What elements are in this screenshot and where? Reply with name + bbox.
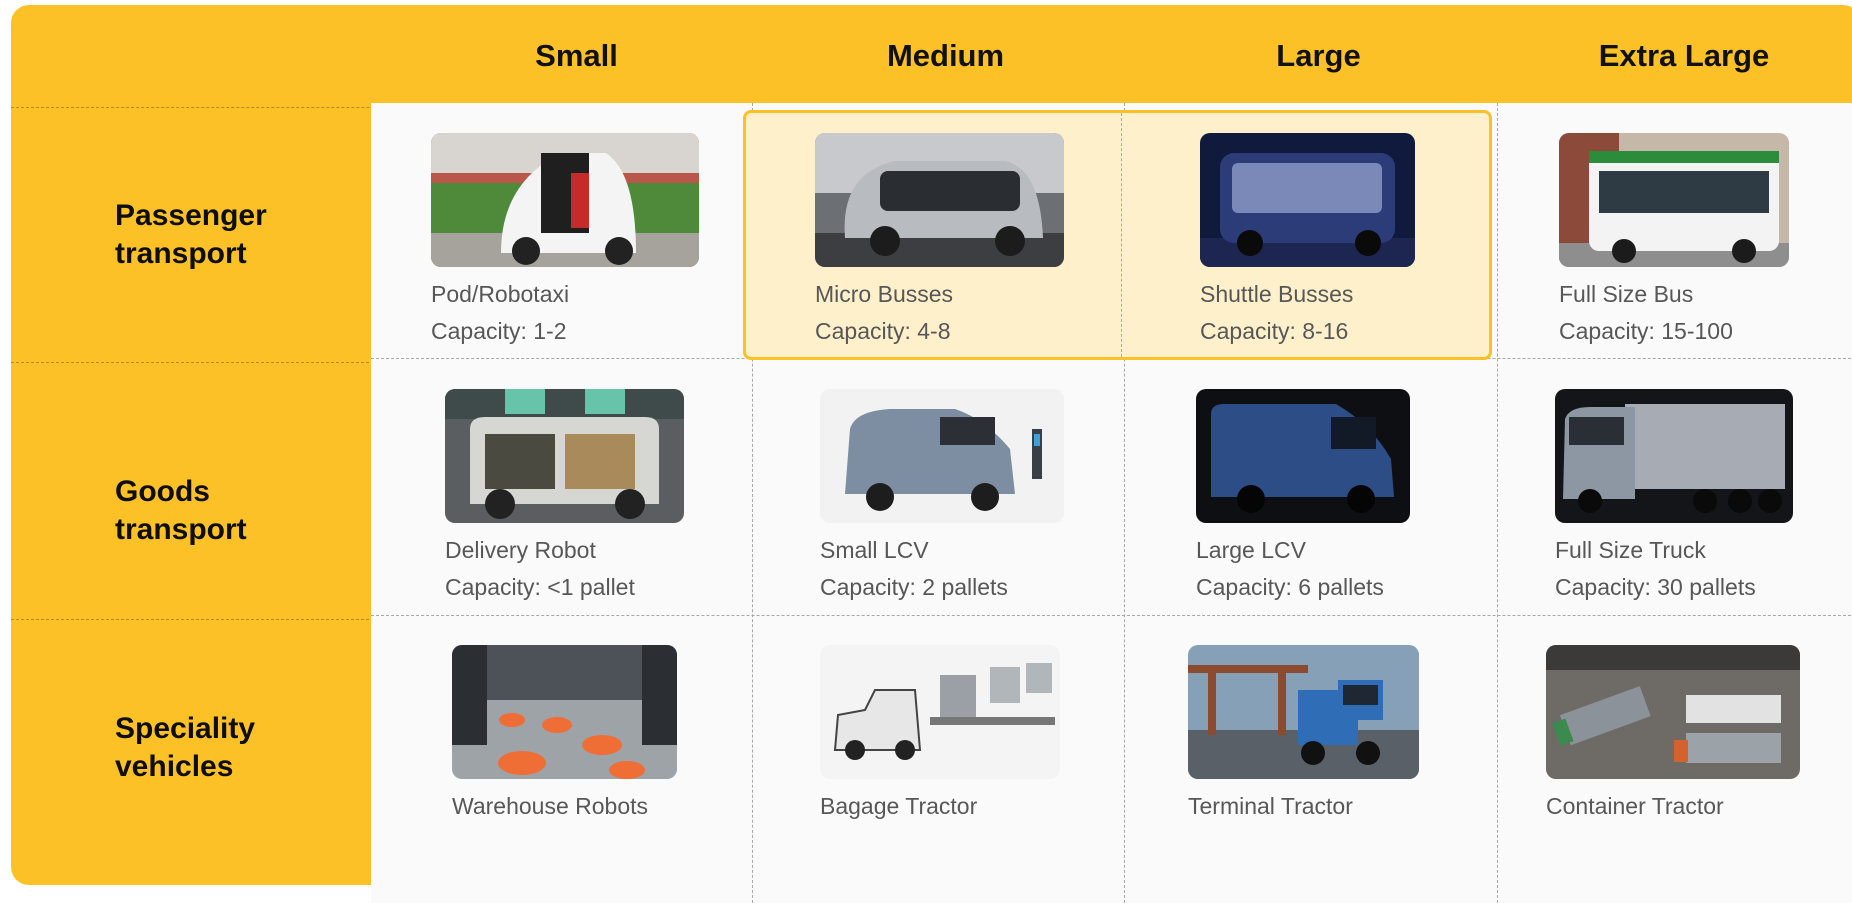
vehicle-name: Pod/Robotaxi bbox=[431, 281, 570, 307]
column-header-small: Small bbox=[535, 38, 618, 73]
vehicle-capacity: Capacity: 1-2 bbox=[431, 318, 567, 344]
warehouse-robots-image bbox=[452, 645, 677, 779]
small-lcv-image bbox=[820, 389, 1064, 523]
row-label-passenger-transport: Passenger transport bbox=[115, 197, 267, 273]
vehicle-capacity: Capacity: 4-8 bbox=[815, 318, 951, 344]
container-tractor-image bbox=[1546, 645, 1800, 779]
vehicle-name: Full Size Truck bbox=[1555, 537, 1706, 563]
column-header-large: Large bbox=[1276, 38, 1361, 73]
row-label-goods-transport: Goods transport bbox=[115, 473, 247, 549]
shuttle-busses-image bbox=[1200, 133, 1415, 267]
vehicle-capacity: Capacity: <1 pallet bbox=[445, 574, 635, 600]
full-size-truck-image bbox=[1555, 389, 1793, 523]
row-label-speciality-vehicles: Speciality vehicles bbox=[115, 710, 255, 786]
vehicle-capacity: Capacity: 8-16 bbox=[1200, 318, 1349, 344]
delivery-robot-image bbox=[445, 389, 684, 523]
vehicle-name: Micro Busses bbox=[815, 281, 954, 307]
terminal-tractor-image bbox=[1188, 645, 1419, 779]
vehicle-name: Shuttle Busses bbox=[1200, 281, 1354, 307]
vehicle-capacity: Capacity: 15-100 bbox=[1559, 318, 1733, 344]
vehicle-capacity: Capacity: 2 pallets bbox=[820, 574, 1008, 600]
vehicle-name: Small LCV bbox=[820, 537, 929, 563]
vehicle-name: Warehouse Robots bbox=[452, 793, 649, 819]
column-header-extra-large: Extra Large bbox=[1598, 38, 1770, 73]
row-label-line: vehicles bbox=[115, 750, 234, 783]
row-divider bbox=[11, 362, 384, 363]
row-label-line: transport bbox=[115, 513, 247, 546]
vehicle-capacity: Capacity: 6 pallets bbox=[1196, 574, 1384, 600]
micro-busses-image bbox=[815, 133, 1064, 267]
grid-column-divider bbox=[1497, 103, 1498, 903]
vehicle-name: Large LCV bbox=[1196, 537, 1306, 563]
grid-row-divider bbox=[371, 615, 1852, 616]
row-label-line: transport bbox=[115, 237, 247, 270]
grid-column-divider bbox=[1121, 113, 1122, 357]
row-label-line: Goods bbox=[115, 475, 210, 508]
vehicle-name: Full Size Bus bbox=[1559, 281, 1694, 307]
row-label-line: Speciality bbox=[115, 712, 256, 745]
row-divider bbox=[11, 619, 384, 620]
large-lcv-image bbox=[1196, 389, 1410, 523]
row-label-line: Passenger bbox=[115, 199, 267, 232]
vehicle-name: Terminal Tractor bbox=[1188, 793, 1353, 819]
vehicle-name: Delivery Robot bbox=[445, 537, 596, 563]
vehicle-name: Container Tractor bbox=[1546, 793, 1724, 819]
pod-robotaxi-image bbox=[431, 133, 699, 267]
vehicle-capacity: Capacity: 30 pallets bbox=[1555, 574, 1756, 600]
full-size-bus-image bbox=[1559, 133, 1789, 267]
column-header-medium: Medium bbox=[886, 38, 1005, 73]
bagage-tractor-image bbox=[820, 645, 1060, 779]
vehicle-name: Bagage Tractor bbox=[820, 793, 978, 819]
